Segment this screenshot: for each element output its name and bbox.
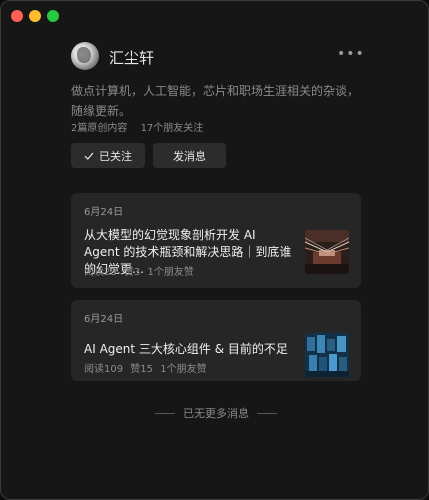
article-meta: 阅读23 赞3 1个朋友赞 — [84, 263, 194, 278]
window-controls — [11, 10, 59, 22]
account-description: 做点计算机，人工智能，芯片和职场生涯相关的杂谈，随缘更新。 — [71, 84, 360, 118]
like-count: 赞15 — [130, 364, 154, 375]
check-icon — [84, 152, 94, 160]
send-message-label: 发消息 — [173, 149, 206, 163]
more-options-icon[interactable]: ••• — [337, 44, 364, 68]
article-thumbnail[interactable] — [305, 230, 349, 274]
divider-line — [155, 412, 175, 414]
send-message-button[interactable]: 发消息 — [153, 143, 226, 168]
maximize-window-button[interactable] — [47, 10, 59, 22]
article-card[interactable]: 6月24日 从大模型的幻觉现象剖析开发 AI Agent 的技术瓶颈和解决思路｜… — [71, 193, 361, 288]
article-card[interactable]: 6月24日 AI Agent 三大核心组件 & 目前的不足 阅读109 赞15 … — [71, 300, 361, 381]
no-more-messages-text: 已无更多消息 — [183, 407, 249, 420]
account-name[interactable]: 汇尘轩 — [109, 47, 154, 68]
no-more-messages: 已无更多消息 — [71, 405, 361, 421]
account-stats: 2篇原创内容 17个朋友关注 — [71, 119, 363, 134]
article-date: 6月24日 — [84, 314, 124, 325]
follow-button-label: 已关注 — [99, 149, 132, 163]
article-title[interactable]: AI Agent 三大核心组件 & 目前的不足 — [84, 341, 294, 358]
article-meta: 阅读109 赞15 1个朋友赞 — [84, 360, 207, 375]
article-thumbnail[interactable] — [305, 333, 349, 377]
original-count[interactable]: 2篇原创内容 — [71, 123, 127, 134]
read-count: 阅读23 — [84, 267, 117, 278]
divider-line — [257, 412, 277, 414]
article-date: 6月24日 — [84, 207, 124, 218]
read-count: 阅读109 — [84, 364, 124, 375]
close-window-button[interactable] — [11, 10, 23, 22]
profile-header: 汇尘轩 ••• — [71, 42, 364, 74]
friends-following[interactable]: 17个朋友关注 — [141, 123, 204, 134]
follow-button[interactable]: 已关注 — [71, 143, 145, 168]
app-window: 汇尘轩 ••• 做点计算机，人工智能，芯片和职场生涯相关的杂谈，随缘更新。 2篇… — [0, 0, 429, 500]
minimize-window-button[interactable] — [29, 10, 41, 22]
avatar[interactable] — [71, 42, 99, 70]
like-count: 赞3 — [123, 267, 141, 278]
friend-likes: 1个朋友赞 — [147, 267, 194, 278]
friend-likes: 1个朋友赞 — [160, 364, 207, 375]
